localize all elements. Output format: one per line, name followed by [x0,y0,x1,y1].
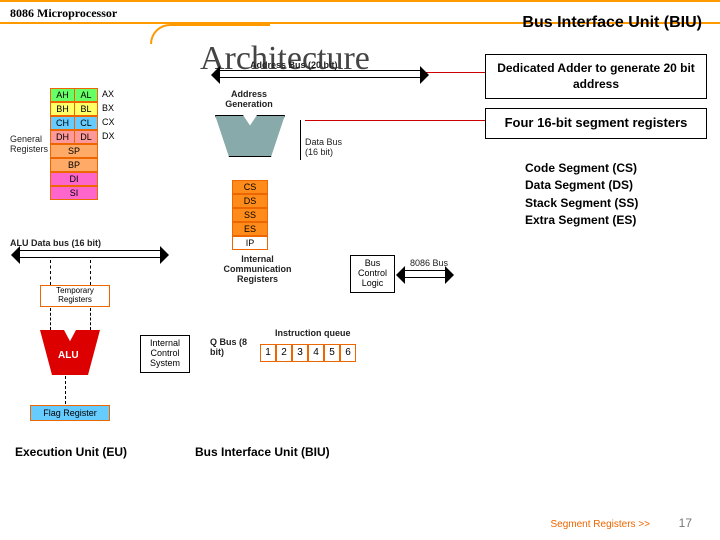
callout-segreg-text: Four 16-bit segment registers [505,115,688,130]
segment-list: Code Segment (CS) Data Segment (DS) Stac… [525,160,705,230]
seg-ip: IP [232,236,268,250]
queue-cell: 6 [340,344,356,362]
queue-cell: 4 [308,344,324,362]
reg-pair: DHDL [50,130,98,144]
list-item: Stack Segment (SS) [525,195,705,212]
address-generation-block [215,115,285,157]
page-number: 17 [679,516,692,530]
dash-line [50,260,51,285]
reg-sp: SP [50,144,98,158]
list-item: Code Segment (CS) [525,160,705,177]
biu-caption: Bus Interface Unit (BIU) [195,445,330,459]
callout-adder: Dedicated Adder to generate 20 bit addre… [485,54,707,99]
queue-cell: 5 [324,344,340,362]
queue-cell: 2 [276,344,292,362]
list-item: Data Segment (DS) [525,177,705,194]
reg-pair: CHCL [50,116,98,130]
list-item: Extra Segment (ES) [525,212,705,229]
reg-di: DI [50,172,98,186]
data-bus-line [300,120,301,160]
queue-cell: 3 [292,344,308,362]
callout-segreg: Four 16-bit segment registers [485,108,707,139]
temporary-registers-block: Temporary Registers [40,285,110,307]
reg-pair: BHBL [50,102,98,116]
architecture-diagram: Address Bus (20 bit) General Registers A… [10,60,480,500]
eu-caption: Execution Unit (EU) [15,445,127,459]
page-title: Bus Interface Unit (BIU) [522,14,702,32]
label-address-bus: Address Bus (20 bit) [250,60,338,70]
footer-link[interactable]: Segment Registers >> [551,519,651,530]
ext-bus-arrow [405,270,445,278]
internal-control-block: Internal Control System [140,335,190,373]
flag-register-block: Flag Register [30,405,110,421]
seg-ss: SS [232,208,268,222]
reg-bp: BP [50,158,98,172]
breadcrumb: 8086 Microprocessor [10,6,117,21]
reg-x: BX [102,103,122,113]
dash-line [90,308,91,330]
seg-cs: CS [232,180,268,194]
reg-si: SI [50,186,98,200]
label-data-bus: Data Bus (16 bit) [305,138,355,158]
seg-ds: DS [232,194,268,208]
alu-bus-arrow [20,250,160,258]
label-addrgen: Address Generation [220,90,278,110]
callout-adder-text: Dedicated Adder to generate 20 bit addre… [497,61,695,91]
reg-x: DX [102,131,122,141]
dash-line [50,308,51,330]
reg-x: CX [102,117,122,127]
queue-cell: 1 [260,344,276,362]
bus-control-logic-block: Bus Control Logic [350,255,395,293]
top-accent-line [0,0,720,2]
label-alu: ALU [58,350,79,361]
dash-line [65,376,66,404]
seg-es: ES [232,222,268,236]
label-alu-bus: ALU Data bus (16 bit) [10,238,101,248]
dash-line [90,260,91,285]
reg-pair: AHAL [50,88,98,102]
label-general-registers: General Registers [10,135,50,155]
reg-x: AX [102,89,122,99]
address-bus-arrow [220,70,420,78]
label-ext-bus: 8086 Bus [410,258,448,268]
label-internal-comm: Internal Communication Registers [220,255,295,285]
label-instr-queue: Instruction queue [275,328,351,338]
label-q-bus: Q Bus (8 bit) [210,338,250,358]
